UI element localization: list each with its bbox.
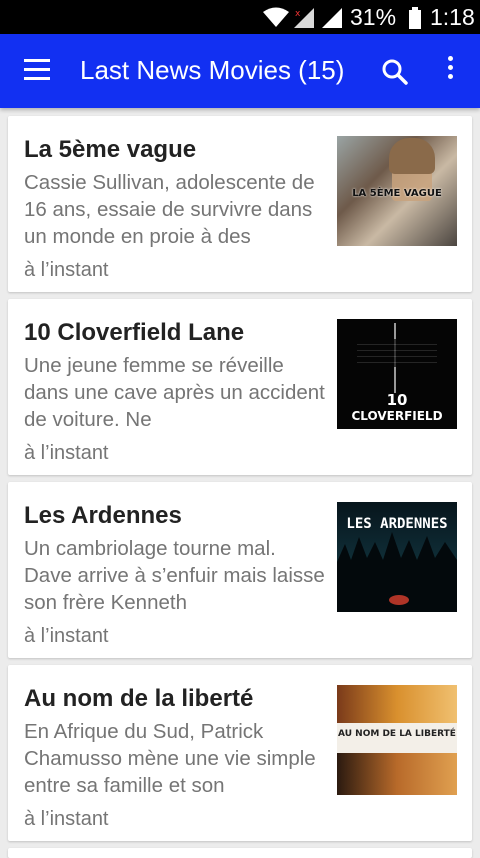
clock: 1:18 <box>430 4 475 30</box>
item-title: Au nom de la liberté <box>24 685 254 712</box>
list-item[interactable]: 10 Cloverfield Lane Une jeune femme se r… <box>8 299 472 475</box>
battery-icon <box>409 7 421 29</box>
search-icon[interactable] <box>381 58 409 86</box>
svg-text:x: x <box>295 9 301 19</box>
item-time: à l’instant <box>24 259 109 281</box>
menu-icon[interactable] <box>24 59 50 81</box>
movie-poster-image: AU NOM DE LA LIBERTÉ <box>337 685 457 795</box>
item-description: Un cambriolage tourne mal. Dave arrive à… <box>24 537 325 614</box>
page-title: Last News Movies (15) <box>80 55 345 85</box>
signal-icon <box>322 8 342 28</box>
item-title: 10 Cloverfield Lane <box>24 319 245 346</box>
app-bar: Last News Movies (15) <box>0 34 480 108</box>
list-item[interactable] <box>8 848 472 858</box>
list-item[interactable]: La 5ème vague Cassie Sullivan, adolescen… <box>8 116 472 292</box>
item-title: Les Ardennes <box>24 502 182 529</box>
list-item[interactable]: Les Ardennes Un cambriolage tourne mal. … <box>8 482 472 658</box>
item-title: La 5ème vague <box>24 136 197 163</box>
wifi-icon <box>263 7 289 27</box>
item-time: à l’instant <box>24 808 109 830</box>
movie-poster-image: 10 CLOVERFIELD <box>337 319 457 429</box>
battery-percent: 31% <box>350 4 397 30</box>
item-description: Cassie Sullivan, adolescente de 16 ans, … <box>24 171 315 248</box>
item-description: En Afrique du Sud, Patrick Chamusso mène… <box>24 720 316 797</box>
signal-icon: x <box>294 8 314 28</box>
item-time: à l’instant <box>24 442 109 464</box>
item-time: à l’instant <box>24 625 109 647</box>
list-item[interactable]: Au nom de la liberté En Afrique du Sud, … <box>8 665 472 841</box>
overflow-menu-icon[interactable] <box>444 56 456 86</box>
status-bar: x 31% 1:18 <box>0 0 480 34</box>
movie-poster-image: LES ARDENNES <box>337 502 457 612</box>
item-description: Une jeune femme se réveille dans une cav… <box>24 354 325 431</box>
movie-poster-image: LA 5ÈME VAGUE <box>337 136 457 246</box>
